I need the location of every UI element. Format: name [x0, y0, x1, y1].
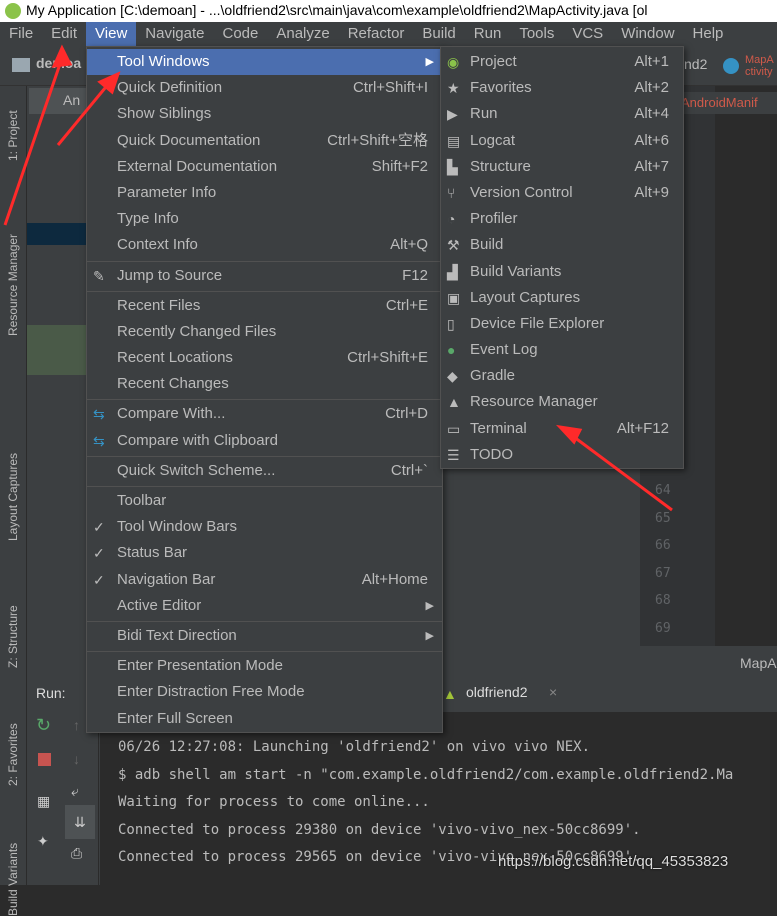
watermark: https://blog.csdn.net/qq_45353823 — [498, 853, 729, 870]
annotation-arrows — [3, 44, 673, 512]
